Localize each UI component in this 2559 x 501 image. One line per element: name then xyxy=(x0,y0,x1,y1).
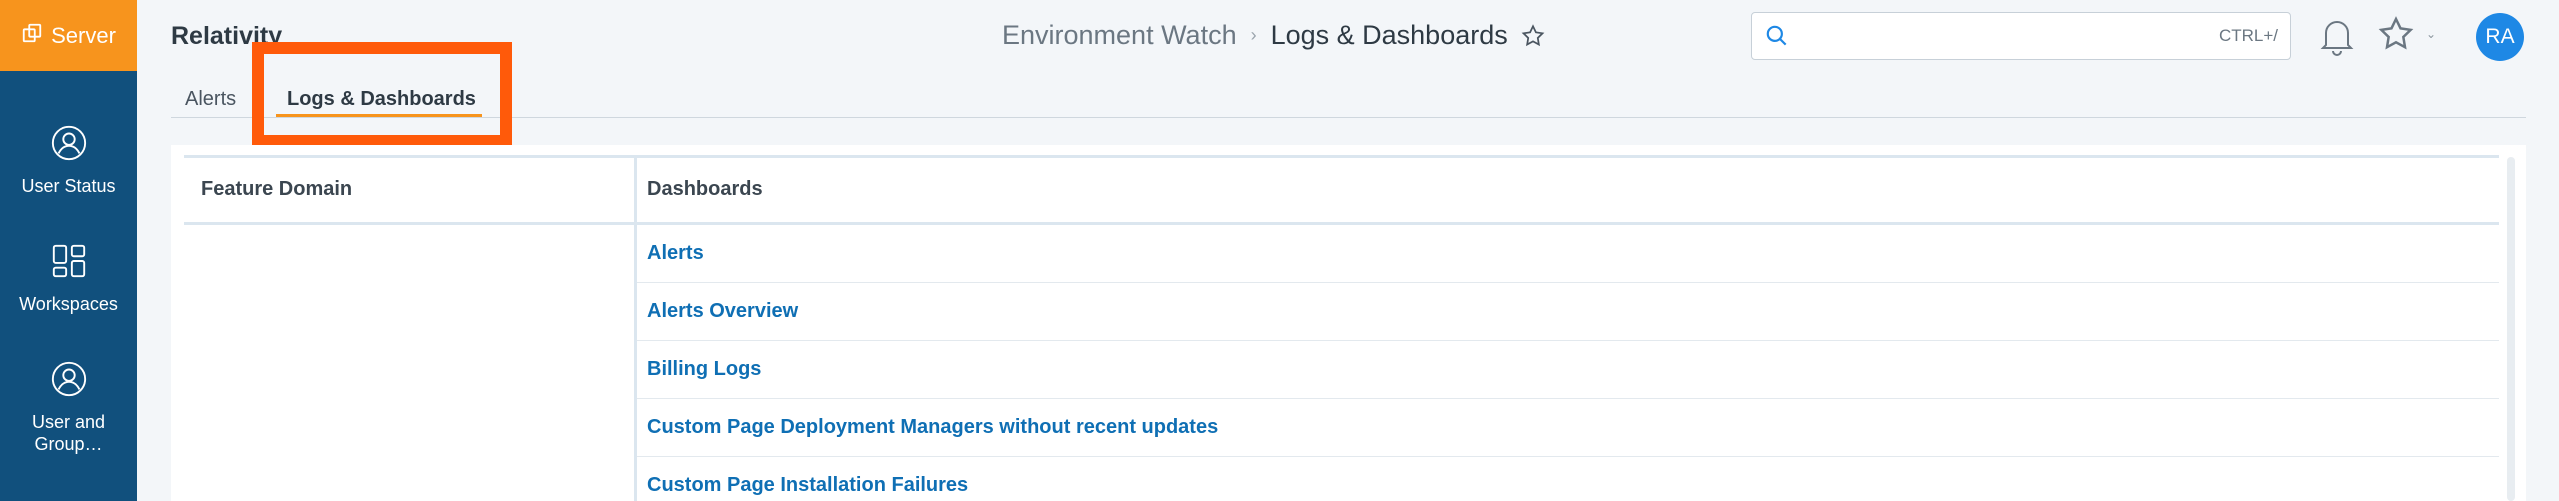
table-row: Alerts xyxy=(637,225,2499,283)
vertical-scrollbar[interactable] xyxy=(2507,157,2515,501)
highlight-annotation-box xyxy=(252,42,512,147)
breadcrumb: Environment Watch › Logs & Dashboards xyxy=(1002,20,1546,51)
sidebar-item-label: User and Group… xyxy=(31,412,106,454)
tab-alerts[interactable]: Alerts xyxy=(185,88,236,111)
search-box[interactable]: CTRL+/ xyxy=(1751,12,2291,60)
notifications-bell-icon[interactable] xyxy=(2318,14,2356,61)
sidebar-item-workspaces[interactable]: Workspaces xyxy=(0,242,137,315)
sidebar-item-user-and-group[interactable]: User and Group… xyxy=(0,360,137,455)
dashboard-link[interactable]: Alerts xyxy=(647,242,704,265)
page-title: Logs & Dashboards xyxy=(1270,20,1508,50)
table-row: Custom Page Installation Failures xyxy=(637,457,2499,501)
search-shortcut-hint: CTRL+/ xyxy=(2218,26,2278,45)
chevron-right-icon: › xyxy=(1250,25,1257,45)
favorites-menu[interactable]: ⌄ xyxy=(2376,14,2436,54)
table-row: Alerts Overview xyxy=(637,283,2499,341)
dashboard-link[interactable]: Alerts Overview xyxy=(647,300,798,323)
sidebar-item-user-status[interactable]: User Status xyxy=(0,124,137,197)
dashboards-table: Feature Domain Dashboards Alerts Alerts … xyxy=(184,155,2499,501)
dashboard-link[interactable]: Billing Logs xyxy=(647,358,761,381)
table-row: Custom Page Deployment Managers without … xyxy=(637,399,2499,457)
sidebar: Server User Status Workspaces User and G… xyxy=(0,0,137,501)
user-circle-icon xyxy=(50,360,88,403)
user-circle-icon xyxy=(50,124,88,167)
brand-label: Server xyxy=(51,22,116,48)
dashboard-link[interactable]: Custom Page Installation Failures xyxy=(647,474,968,497)
column-header-dashboards[interactable]: Dashboards xyxy=(647,178,763,201)
tabs-divider xyxy=(171,117,2526,118)
avatar[interactable]: RA xyxy=(2476,13,2524,61)
search-input[interactable] xyxy=(1800,25,2219,47)
dashboard-link[interactable]: Custom Page Deployment Managers without … xyxy=(647,416,1218,439)
dashboards-panel: Feature Domain Dashboards Alerts Alerts … xyxy=(171,145,2526,501)
search-icon xyxy=(1764,23,1790,49)
star-icon xyxy=(2378,16,2414,50)
sidebar-item-label: User Status xyxy=(21,176,116,196)
breadcrumb-item-environment-watch[interactable]: Environment Watch xyxy=(1002,20,1237,51)
sidebar-item-label: Workspaces xyxy=(19,294,118,314)
chevron-down-icon: ⌄ xyxy=(2426,27,2437,41)
server-brand-button[interactable]: Server xyxy=(0,0,137,71)
table-row: Billing Logs xyxy=(637,341,2499,399)
grid-icon xyxy=(50,242,88,285)
server-icon xyxy=(21,22,43,50)
favorite-star-icon[interactable] xyxy=(1520,23,1546,49)
column-header-feature-domain[interactable]: Feature Domain xyxy=(201,178,352,201)
